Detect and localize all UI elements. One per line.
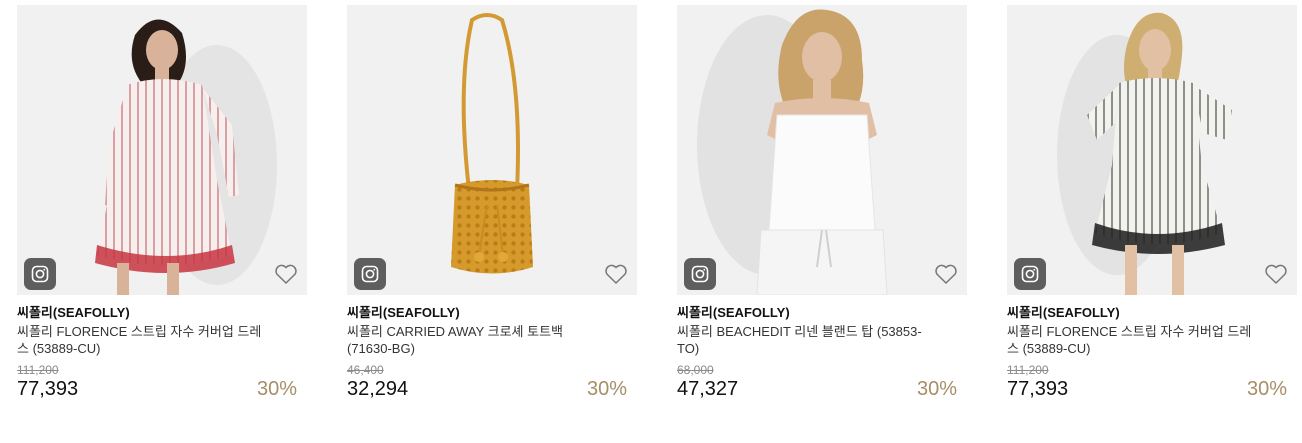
heart-outline-icon [275,264,297,284]
product-brand: 씨폴리(SEAFOLLY) [347,305,460,320]
price-row: 32,294 30% [347,377,637,401]
product-card[interactable]: 씨폴리(SEAFOLLY) 씨폴리 FLORENCE 스트립 자수 커버업 드레… [1007,5,1297,401]
product-name-link[interactable]: 씨폴리 CARRIED AWAY 크로셰 토트백 (71630-BG) [347,323,597,357]
crochet-bag-icon [451,13,533,274]
heart-outline-icon [1265,264,1287,284]
product-brand: 씨폴리(SEAFOLLY) [677,305,790,320]
product-card[interactable]: 씨폴리(SEAFOLLY) 씨폴리 BEACHEDIT 리넨 블랜드 탑 (53… [677,5,967,401]
camera-icon [691,265,709,283]
original-price: 68,000 [677,363,714,377]
sale-price: 47,327 [677,378,739,400]
product-image[interactable] [1007,5,1297,295]
discount-rate: 30% [1246,378,1287,400]
product-grid: 씨폴리(SEAFOLLY) 씨폴리 FLORENCE 스트립 자수 커버업 드레… [0,0,1302,443]
original-price: 111,200 [17,363,59,377]
product-image[interactable] [17,5,307,295]
sale-price: 77,393 [17,378,79,400]
camera-icon [1021,265,1039,283]
product-card[interactable]: 씨폴리(SEAFOLLY) 씨폴리 CARRIED AWAY 크로셰 토트백 (… [347,5,637,401]
sale-price: 32,294 [347,378,409,400]
camera-icon [361,265,379,283]
wishlist-button[interactable] [273,262,299,286]
discount-rate: 30% [256,378,297,400]
heart-outline-icon [935,264,957,284]
product-image[interactable] [677,5,967,295]
product-name-link[interactable]: 씨폴리 FLORENCE 스트립 자수 커버업 드레스 (53889-CU) [17,323,267,357]
live-view-button[interactable] [24,258,56,290]
live-view-button[interactable] [684,258,716,290]
dress-red-stripe-icon [95,19,277,295]
sale-price: 77,393 [1007,378,1069,400]
wishlist-button[interactable] [603,262,629,286]
price-row: 47,327 30% [677,377,967,401]
white-cami-top-icon [697,9,888,295]
heart-outline-icon [605,264,627,284]
product-brand: 씨폴리(SEAFOLLY) [1007,305,1120,320]
discount-rate: 30% [586,378,627,400]
live-view-button[interactable] [354,258,386,290]
product-name-link[interactable]: 씨폴리 FLORENCE 스트립 자수 커버업 드레스 (53889-CU) [1007,323,1257,357]
live-view-button[interactable] [1014,258,1046,290]
original-price: 46,400 [347,363,384,377]
product-brand: 씨폴리(SEAFOLLY) [17,305,130,320]
dress-black-stripe-icon [1057,12,1232,295]
product-card[interactable]: 씨폴리(SEAFOLLY) 씨폴리 FLORENCE 스트립 자수 커버업 드레… [17,5,307,401]
original-price: 111,200 [1007,363,1049,377]
wishlist-button[interactable] [933,262,959,286]
price-row: 77,393 30% [17,377,307,401]
discount-rate: 30% [916,378,957,400]
wishlist-button[interactable] [1263,262,1289,286]
camera-icon [31,265,49,283]
price-row: 77,393 30% [1007,377,1297,401]
product-image[interactable] [347,5,637,295]
product-name-link[interactable]: 씨폴리 BEACHEDIT 리넨 블랜드 탑 (53853-TO) [677,323,927,357]
